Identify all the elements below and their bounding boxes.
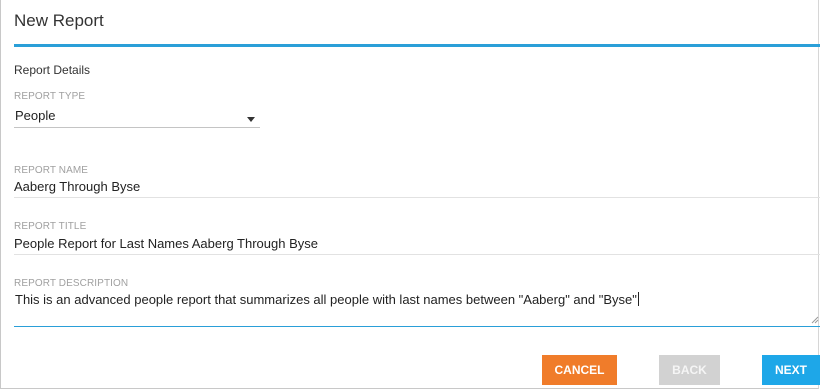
dialog-title: New Report bbox=[14, 11, 104, 30]
report-title-underline bbox=[14, 254, 820, 255]
new-report-dialog: New Report Report Details REPORT TYPE Pe… bbox=[0, 0, 820, 389]
header-divider bbox=[14, 44, 820, 47]
section-title: Report Details bbox=[14, 63, 91, 77]
back-button[interactable]: BACK bbox=[659, 355, 720, 385]
report-name-label: REPORT NAME bbox=[14, 165, 89, 176]
report-title-label: REPORT TITLE bbox=[14, 221, 87, 232]
chevron-down-icon bbox=[247, 117, 255, 122]
report-title-input[interactable] bbox=[14, 234, 820, 252]
report-type-value: People bbox=[15, 108, 56, 123]
report-description-label: REPORT DESCRIPTION bbox=[14, 278, 129, 289]
report-description-value: This is an advanced people report that s… bbox=[15, 292, 639, 307]
report-type-select[interactable]: People bbox=[14, 106, 260, 128]
report-description-textarea[interactable]: This is an advanced people report that s… bbox=[14, 291, 820, 327]
resize-grip-icon[interactable] bbox=[811, 316, 819, 324]
next-button[interactable]: NEXT bbox=[762, 355, 820, 385]
report-type-label: REPORT TYPE bbox=[14, 91, 86, 102]
report-name-underline bbox=[14, 197, 820, 198]
report-name-input[interactable] bbox=[14, 177, 820, 195]
cancel-button[interactable]: CANCEL bbox=[542, 355, 617, 385]
text-cursor bbox=[637, 292, 639, 306]
